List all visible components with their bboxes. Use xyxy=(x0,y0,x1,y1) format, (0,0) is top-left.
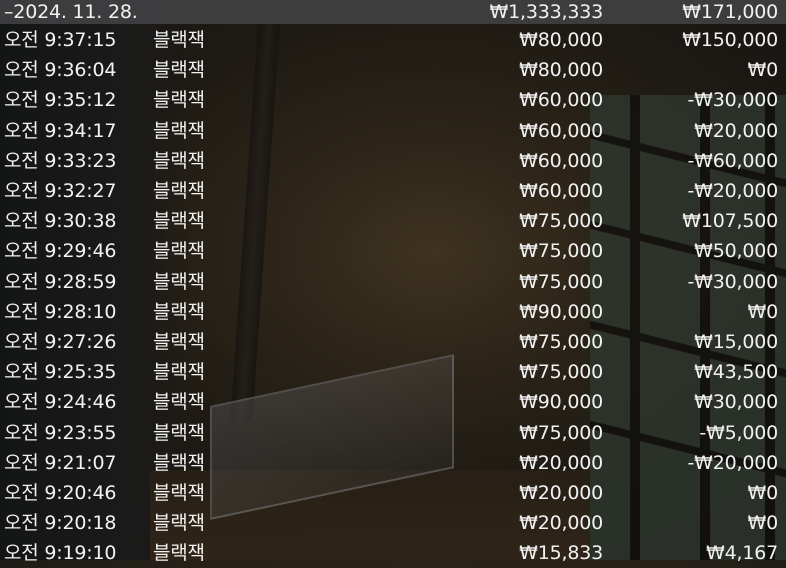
row-game-name: 블랙잭 xyxy=(153,300,205,323)
row-game-name: 블랙잭 xyxy=(153,361,205,384)
row-game-name: 블랙잭 xyxy=(153,512,205,535)
row-game-name: 블랙잭 xyxy=(153,210,205,233)
row-game-name: 블랙잭 xyxy=(153,180,205,202)
transaction-row[interactable]: 오전 9:37:15 블랙잭 ₩80,000 ₩150,000 xyxy=(0,25,786,55)
row-difference: ₩20,000 xyxy=(694,119,778,142)
row-difference: ₩43,500 xyxy=(694,361,778,384)
row-difference: ₩4,167 xyxy=(706,542,778,565)
transaction-row[interactable]: 오전 9:35:12 블랙잭 ₩60,000 -₩30,000 xyxy=(0,85,786,115)
row-amount: ₩80,000 xyxy=(519,29,603,51)
transaction-row[interactable]: 오전 9:20:46 블랙잭 ₩20,000 ₩0 xyxy=(0,478,786,508)
row-time: 오전 9:37:15 xyxy=(4,29,117,51)
total-difference: ₩171,000 xyxy=(682,1,778,23)
transaction-row[interactable]: 오전 9:27:26 블랙잭 ₩75,000 ₩15,000 xyxy=(0,327,786,357)
date-label: –2024. 11. 28. xyxy=(4,1,138,23)
row-amount: ₩15,833 xyxy=(519,542,603,565)
row-time: 오전 9:27:26 xyxy=(4,331,117,353)
row-amount: ₩75,000 xyxy=(519,331,603,353)
row-game-name: 블랙잭 xyxy=(153,149,205,172)
row-difference: ₩0 xyxy=(747,482,779,504)
transaction-row[interactable]: 오전 9:20:18 블랙잭 ₩20,000 ₩0 xyxy=(0,508,786,538)
transaction-row[interactable]: 오전 9:32:27 블랙잭 ₩60,000 -₩20,000 xyxy=(0,176,786,206)
row-difference: ₩0 xyxy=(747,300,779,323)
row-difference: ₩0 xyxy=(747,512,779,535)
row-amount: ₩75,000 xyxy=(519,421,603,444)
row-game-name: 블랙잭 xyxy=(153,59,205,82)
row-difference: ₩0 xyxy=(747,59,779,82)
row-amount: ₩20,000 xyxy=(519,482,603,504)
row-difference: -₩20,000 xyxy=(687,451,778,474)
row-game-name: 블랙잭 xyxy=(153,391,205,414)
row-amount: ₩75,000 xyxy=(519,270,603,293)
transaction-row[interactable]: 오전 9:21:07 블랙잭 ₩20,000 -₩20,000 xyxy=(0,448,786,478)
transaction-row[interactable]: 오전 9:29:46 블랙잭 ₩75,000 ₩50,000 xyxy=(0,236,786,266)
row-game-name: 블랙잭 xyxy=(153,542,205,565)
row-time: 오전 9:32:27 xyxy=(4,180,117,202)
total-amount: ₩1,333,333 xyxy=(489,1,604,23)
row-time: 오전 9:21:07 xyxy=(4,451,117,474)
row-time: 오전 9:29:46 xyxy=(4,240,117,263)
row-game-name: 블랙잭 xyxy=(153,451,205,474)
row-time: 오전 9:33:23 xyxy=(4,149,117,172)
transaction-row[interactable]: 오전 9:28:59 블랙잭 ₩75,000 -₩30,000 xyxy=(0,267,786,297)
row-difference: ₩150,000 xyxy=(682,29,778,51)
transaction-row[interactable]: 오전 9:25:35 블랙잭 ₩75,000 ₩43,500 xyxy=(0,357,786,387)
row-game-name: 블랙잭 xyxy=(153,29,205,51)
transaction-row[interactable]: 오전 9:30:38 블랙잭 ₩75,000 ₩107,500 xyxy=(0,206,786,236)
transaction-row[interactable]: 오전 9:36:04 블랙잭 ₩80,000 ₩0 xyxy=(0,55,786,85)
transaction-list: –2024. 11. 28. ₩1,333,333 ₩171,000 오전 9:… xyxy=(0,0,786,564)
row-amount: ₩60,000 xyxy=(519,89,603,112)
row-difference: ₩107,500 xyxy=(682,210,778,233)
row-amount: ₩60,000 xyxy=(519,149,603,172)
row-game-name: 블랙잭 xyxy=(153,89,205,112)
row-time: 오전 9:28:10 xyxy=(4,300,117,323)
transaction-row[interactable]: 오전 9:24:46 블랙잭 ₩90,000 ₩30,000 xyxy=(0,387,786,417)
row-game-name: 블랙잭 xyxy=(153,240,205,263)
row-game-name: 블랙잭 xyxy=(153,482,205,504)
row-amount: ₩90,000 xyxy=(519,300,603,323)
row-amount: ₩20,000 xyxy=(519,451,603,474)
row-time: 오전 9:19:10 xyxy=(4,542,117,565)
row-amount: ₩75,000 xyxy=(519,240,603,263)
row-amount: ₩60,000 xyxy=(519,180,603,202)
transaction-row[interactable]: 오전 9:23:55 블랙잭 ₩75,000 -₩5,000 xyxy=(0,418,786,448)
transaction-row[interactable]: 오전 9:19:10 블랙잭 ₩15,833 ₩4,167 xyxy=(0,538,786,568)
row-time: 오전 9:24:46 xyxy=(4,391,117,414)
row-time: 오전 9:36:04 xyxy=(4,59,117,82)
row-difference: -₩30,000 xyxy=(687,270,778,293)
row-difference: -₩20,000 xyxy=(687,180,778,202)
row-difference: ₩15,000 xyxy=(694,331,778,353)
row-game-name: 블랙잭 xyxy=(153,119,205,142)
row-time: 오전 9:34:17 xyxy=(4,119,117,142)
row-amount: ₩75,000 xyxy=(519,361,603,384)
row-time: 오전 9:28:59 xyxy=(4,270,117,293)
row-time: 오전 9:20:18 xyxy=(4,512,117,535)
row-amount: ₩60,000 xyxy=(519,119,603,142)
row-game-name: 블랙잭 xyxy=(153,270,205,293)
row-amount: ₩90,000 xyxy=(519,391,603,414)
row-difference: ₩50,000 xyxy=(694,240,778,263)
row-amount: ₩75,000 xyxy=(519,210,603,233)
row-game-name: 블랙잭 xyxy=(153,331,205,353)
row-amount: ₩80,000 xyxy=(519,59,603,82)
row-time: 오전 9:35:12 xyxy=(4,89,117,112)
transaction-row[interactable]: 오전 9:34:17 블랙잭 ₩60,000 ₩20,000 xyxy=(0,116,786,146)
transaction-row[interactable]: 오전 9:28:10 블랙잭 ₩90,000 ₩0 xyxy=(0,297,786,327)
row-time: 오전 9:23:55 xyxy=(4,421,117,444)
date-header[interactable]: –2024. 11. 28. ₩1,333,333 ₩171,000 xyxy=(0,0,786,24)
row-amount: ₩20,000 xyxy=(519,512,603,535)
row-time: 오전 9:20:46 xyxy=(4,482,117,504)
row-difference: ₩30,000 xyxy=(694,391,778,414)
row-time: 오전 9:25:35 xyxy=(4,361,117,384)
row-game-name: 블랙잭 xyxy=(153,421,205,444)
row-time: 오전 9:30:38 xyxy=(4,210,117,233)
row-difference: -₩30,000 xyxy=(687,89,778,112)
row-difference: -₩60,000 xyxy=(687,149,778,172)
transaction-row[interactable]: 오전 9:33:23 블랙잭 ₩60,000 -₩60,000 xyxy=(0,146,786,176)
row-difference: -₩5,000 xyxy=(699,421,778,444)
